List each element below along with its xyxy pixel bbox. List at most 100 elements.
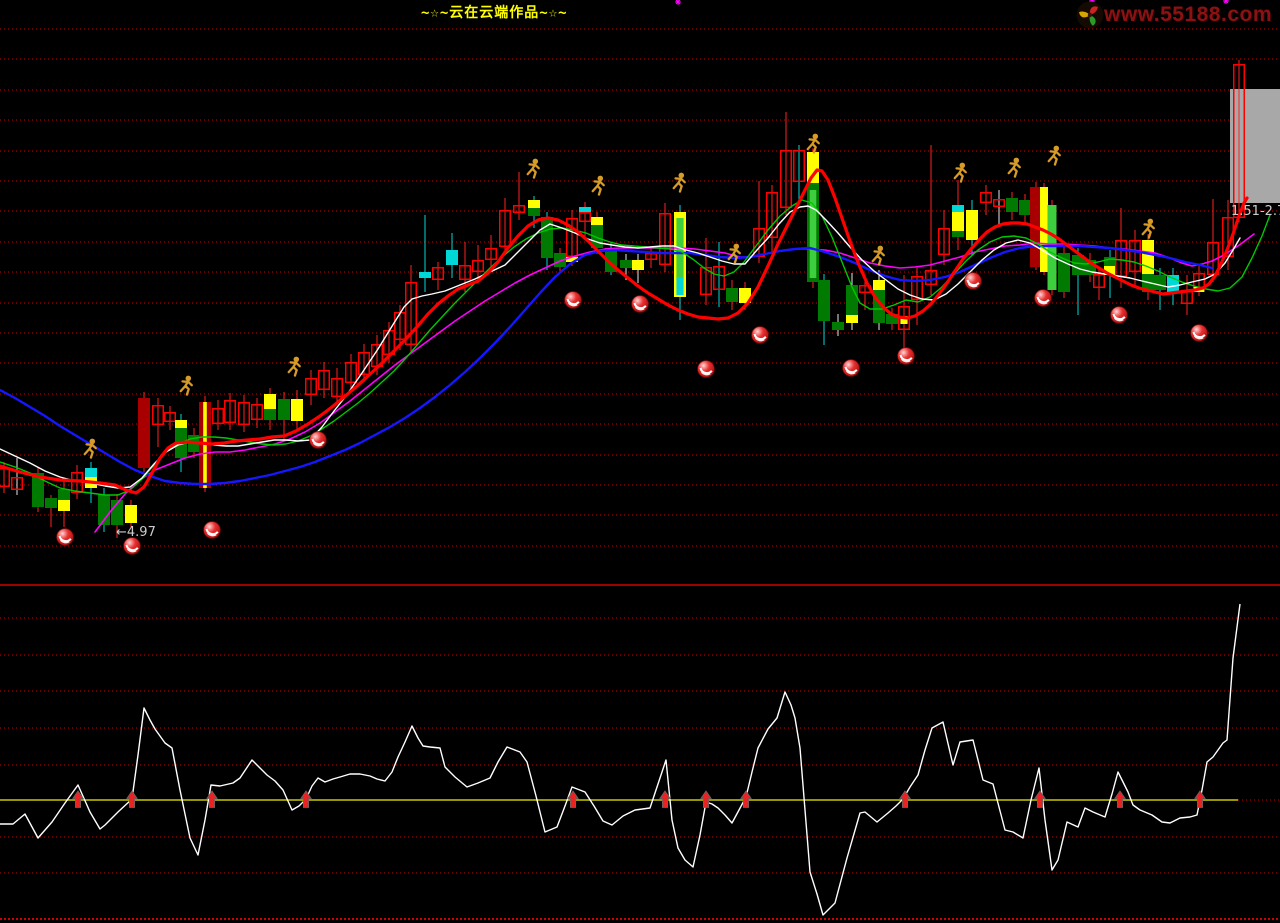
candle-body: [966, 210, 978, 240]
candle: [753, 181, 765, 263]
runner-icon: [287, 356, 301, 377]
candle-body: [58, 489, 70, 500]
runner-icon: [526, 158, 540, 179]
candle: [224, 393, 236, 430]
candle-body: [541, 217, 553, 258]
runner-icon: [871, 245, 885, 266]
main-chart[interactable]: [0, 0, 1280, 923]
candle: [1129, 230, 1141, 285]
trading-app-screen: ~☆~云在云端作品~☆~ www.55188.com ←4.97 1.51-2.…: [0, 0, 1280, 923]
candle-body: [419, 272, 431, 278]
red-ball-icon: [123, 537, 141, 555]
runner-icon: [1007, 157, 1021, 178]
red-ball-icon: [964, 272, 982, 290]
site-logo-text: www.55188.com: [1104, 3, 1272, 26]
candle: [11, 458, 23, 495]
red-ball-icon: [203, 521, 221, 539]
candle-body: [175, 420, 187, 428]
candle: [818, 274, 830, 345]
candle: [1006, 192, 1018, 220]
candle: [832, 314, 844, 336]
red-ball-icon: [56, 528, 74, 546]
red-ball-icon: [697, 360, 715, 378]
red-ball-icon: [564, 291, 582, 309]
candle: [726, 280, 738, 310]
candle-body: [579, 207, 591, 212]
runner-icon: [1047, 145, 1061, 166]
candle-body: [278, 399, 290, 420]
runner-icon: [672, 172, 686, 193]
candle-body: [952, 212, 964, 231]
red-ball-icon: [631, 295, 649, 313]
candle-body: [676, 277, 684, 295]
candle: [632, 254, 644, 283]
candle: [846, 273, 858, 330]
candle-body: [528, 200, 540, 208]
candle-body: [632, 260, 644, 270]
runner-icon: [727, 243, 741, 264]
candle-body: [846, 315, 858, 323]
candle-body: [1006, 198, 1018, 212]
candle: [1058, 246, 1070, 298]
candle-body: [85, 468, 97, 477]
candle-body: [264, 394, 276, 409]
candle: [45, 495, 57, 527]
candle: [952, 180, 964, 250]
candle: [138, 392, 150, 472]
red-ball-icon: [751, 326, 769, 344]
candle: [938, 210, 950, 265]
candle: [1047, 200, 1057, 295]
candle-body: [446, 250, 458, 265]
red-ball-icon: [897, 347, 915, 365]
gray-box: [1230, 89, 1280, 203]
candle-body: [58, 500, 70, 511]
candle-body: [818, 280, 830, 321]
candle: [419, 215, 431, 292]
runner-icon: [179, 375, 193, 396]
candle-body: [1047, 205, 1057, 290]
candle-body: [264, 409, 276, 420]
candle-body: [807, 152, 819, 183]
price-low-label: ←4.97: [116, 525, 156, 540]
candle: [659, 203, 671, 272]
page-title: ~☆~云在云端作品~☆~: [421, 5, 568, 21]
candle: [1019, 194, 1031, 224]
candle-body: [45, 498, 57, 508]
candle-body: [832, 322, 844, 330]
candle: [1181, 275, 1193, 315]
candle: [264, 388, 276, 430]
candle: [925, 145, 937, 295]
sparkle-icon: [675, 0, 681, 5]
pinwheel-icon: [1076, 1, 1104, 29]
candle-body: [591, 217, 603, 225]
candle-body: [125, 505, 137, 523]
candle: [780, 112, 792, 215]
candle: [125, 500, 137, 528]
candle-body: [528, 208, 540, 216]
red-ball-icon: [1034, 289, 1052, 307]
candle: [541, 212, 553, 270]
oscillator-line: [0, 603, 1241, 916]
candle: [980, 185, 992, 215]
candle: [305, 370, 317, 405]
red-ball-icon: [1190, 324, 1208, 342]
candle-body: [291, 399, 303, 421]
candle: [645, 247, 657, 268]
runner-icon: [591, 175, 605, 196]
candle: [212, 400, 224, 430]
candle-body: [138, 398, 150, 468]
candle-body: [620, 260, 632, 268]
candle-body: [726, 288, 738, 302]
red-ball-icon: [1110, 306, 1128, 324]
ma-red-line: [0, 168, 1249, 495]
red-ball-icon: [309, 431, 327, 449]
candle-body: [873, 280, 885, 290]
runner-icon: [953, 162, 967, 183]
candle: [432, 262, 444, 290]
candle-body: [846, 285, 858, 315]
candle-body-up: [0, 468, 10, 487]
candle-body: [952, 205, 964, 212]
site-logo: www.55188.com: [1076, 0, 1272, 30]
candle: [164, 406, 176, 430]
candle: [446, 233, 458, 278]
